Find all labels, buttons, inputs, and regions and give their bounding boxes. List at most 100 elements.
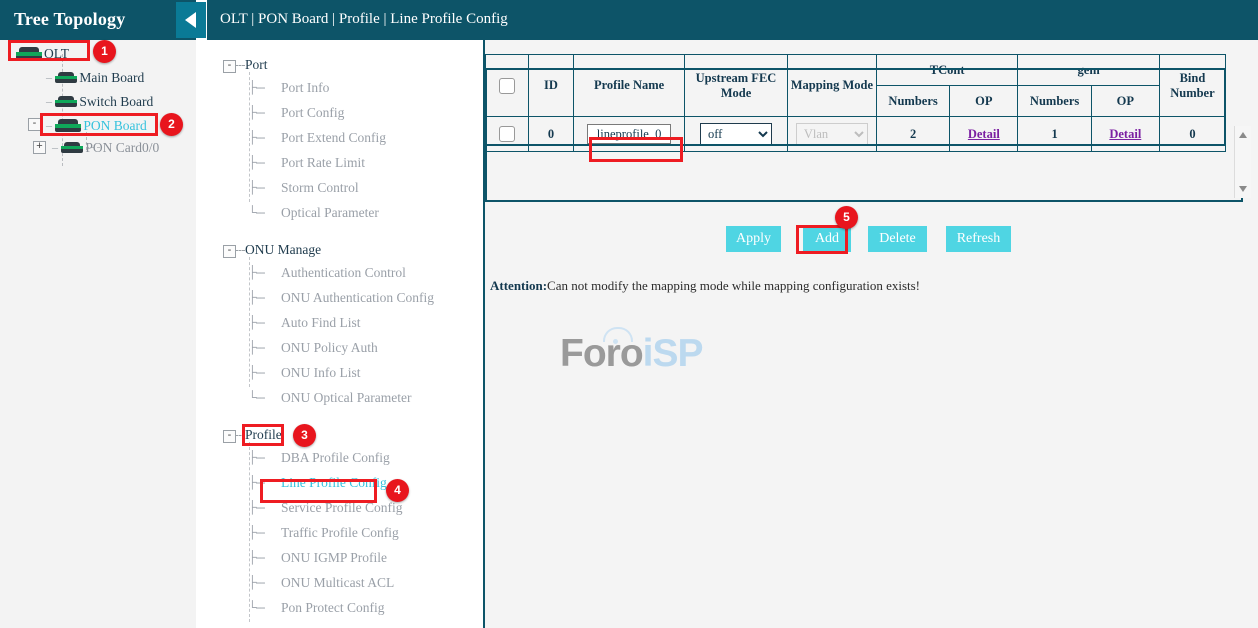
menu-item-port-config[interactable]: Port Config [281,105,344,121]
add-button[interactable]: Add [803,226,851,252]
select-all-checkbox[interactable] [499,78,515,94]
menu-item-port-extend-config[interactable]: Port Extend Config [281,130,386,146]
delete-button[interactable]: Delete [868,226,927,252]
menu-expander-port[interactable]: - [223,60,236,73]
cell-id: 0 [528,117,573,152]
header-upstream-fec-mode: Upstream FEC Mode [685,55,788,117]
header-gem: gem [1018,55,1159,86]
menu-group-port[interactable]: Port [245,57,268,73]
header-bind-number: Bind Number [1159,55,1225,117]
header-tcont-numbers: Numbers [876,86,949,117]
device-board-icon [55,72,77,83]
attention-label: Attention: [490,278,547,293]
device-board-icon [61,142,83,153]
menu-connector [235,250,245,251]
wifi-arc-icon [603,327,633,342]
menu-expander-profile[interactable]: - [223,430,236,443]
menu-item-onu-authentication-config[interactable]: ONU Authentication Config [281,290,434,306]
table-row: 0 off Vlan [486,117,1226,152]
scroll-down-arrow-icon[interactable] [1239,186,1247,192]
tree-topology-title: Tree Topology [14,9,125,30]
menu-connector: ├--- [248,80,265,94]
tree-expander-pon-board[interactable]: - [28,118,41,131]
menu-connector: └--- [248,205,265,219]
tree-node-main-board[interactable]: – Main Board [46,67,144,87]
menu-item-pon-protect-config[interactable]: Pon Protect Config [281,600,385,616]
menu-connector: ├--- [248,340,265,354]
tree-node-olt[interactable]: OLT [16,43,69,63]
tree-node-pon-board[interactable]: – PON Board [46,115,147,135]
wifi-dot-icon [613,339,618,344]
tree-node-pon-card[interactable]: – PON Card0/0 [52,137,159,157]
refresh-button[interactable]: Refresh [946,226,1011,252]
tree-tee-icon: – [52,140,58,154]
menu-item-port-info[interactable]: Port Info [281,80,329,96]
tree-node-label: PON Card0/0 [85,140,159,155]
navigation-menu-panel: - Port ├--- Port Info ├--- Port Config ├… [207,40,477,628]
select-all-header [486,55,529,117]
apply-button[interactable]: Apply [726,226,781,252]
menu-connector: └--- [248,600,265,614]
tree-node-switch-board[interactable]: – Switch Board [46,91,153,111]
profile-name-input[interactable] [587,124,671,144]
tree-node-label: OLT [44,46,69,61]
table-header-row-top: ID Profile Name Upstream FEC Mode Mappin… [486,55,1226,86]
application-window: Tree Topology OLT – Main Board [0,0,1258,628]
cell-mapping-mode: Vlan [787,117,876,152]
cell-tcont-op: Detail [950,117,1018,152]
topbar: OLT | PON Board | Profile | Line Profile… [207,0,1258,40]
menu-connector: ├--- [248,265,265,279]
tcont-detail-link[interactable]: Detail [968,127,1000,141]
menu-item-authentication-control[interactable]: Authentication Control [281,265,406,281]
row-select-cell [486,117,529,152]
tree-topology-panel: Tree Topology OLT – Main Board [0,0,196,628]
tree-node-label: Main Board [79,70,144,85]
tree-tee-icon: – [46,118,52,132]
device-board-icon [55,96,77,107]
annotation-badge-2: 2 [160,113,183,136]
menu-group-onu-manage[interactable]: ONU Manage [245,242,321,258]
scroll-up-arrow-icon[interactable] [1239,132,1247,138]
menu-connector: ├--- [248,290,265,304]
menu-item-onu-policy-auth[interactable]: ONU Policy Auth [281,340,378,356]
menu-group-profile[interactable]: Profile [245,427,282,443]
table-vertical-scrollbar[interactable] [1234,126,1251,198]
header-gem-op: OP [1091,86,1159,117]
menu-connector: ├--- [248,155,265,169]
cell-bind-number: 0 [1159,117,1225,152]
menu-connector: ├--- [248,550,265,564]
upstream-fec-mode-select[interactable]: off [700,123,772,145]
menu-item-traffic-profile-config[interactable]: Traffic Profile Config [281,525,399,541]
breadcrumb: OLT | PON Board | Profile | Line Profile… [220,11,508,28]
sidebar-collapse-button[interactable] [176,2,206,38]
tree-tee-icon: – [46,94,52,108]
header-gem-numbers: Numbers [1018,86,1091,117]
menu-item-port-rate-limit[interactable]: Port Rate Limit [281,155,365,171]
menu-item-optical-parameter[interactable]: Optical Parameter [281,205,379,221]
menu-item-dba-profile-config[interactable]: DBA Profile Config [281,450,390,466]
menu-item-service-profile-config[interactable]: Service Profile Config [281,500,402,516]
menu-item-onu-optical-parameter[interactable]: ONU Optical Parameter [281,390,411,406]
menu-item-auto-find-list[interactable]: Auto Find List [281,315,361,331]
row-checkbox[interactable] [499,126,515,142]
cell-upstream-fec-mode: off [685,117,788,152]
menu-connector: ├--- [248,130,265,144]
menu-connector: ├--- [248,500,265,514]
tree-expander-pon-card[interactable]: + [33,141,46,154]
menu-item-onu-multicast-acl[interactable]: ONU Multicast ACL [281,575,394,591]
menu-item-onu-info-list[interactable]: ONU Info List [281,365,361,381]
menu-connector: ├--- [248,365,265,379]
annotation-badge-4: 4 [386,479,409,502]
tree-topology-header: Tree Topology [0,0,196,40]
menu-item-line-profile-config[interactable]: Line Profile Config [281,475,387,491]
menu-expander-onu-manage[interactable]: - [223,245,236,258]
gem-detail-link[interactable]: Detail [1109,127,1141,141]
menu-item-onu-igmp-profile[interactable]: ONU IGMP Profile [281,550,387,566]
cell-tcont-numbers: 2 [876,117,949,152]
main-content: ID Profile Name Upstream FEC Mode Mappin… [483,40,1258,628]
mapping-mode-select[interactable]: Vlan [796,123,868,145]
menu-connector: ├--- [248,575,265,589]
menu-connector: ├--- [248,475,265,489]
annotation-badge-5: 5 [835,206,858,229]
menu-item-storm-control[interactable]: Storm Control [281,180,359,196]
